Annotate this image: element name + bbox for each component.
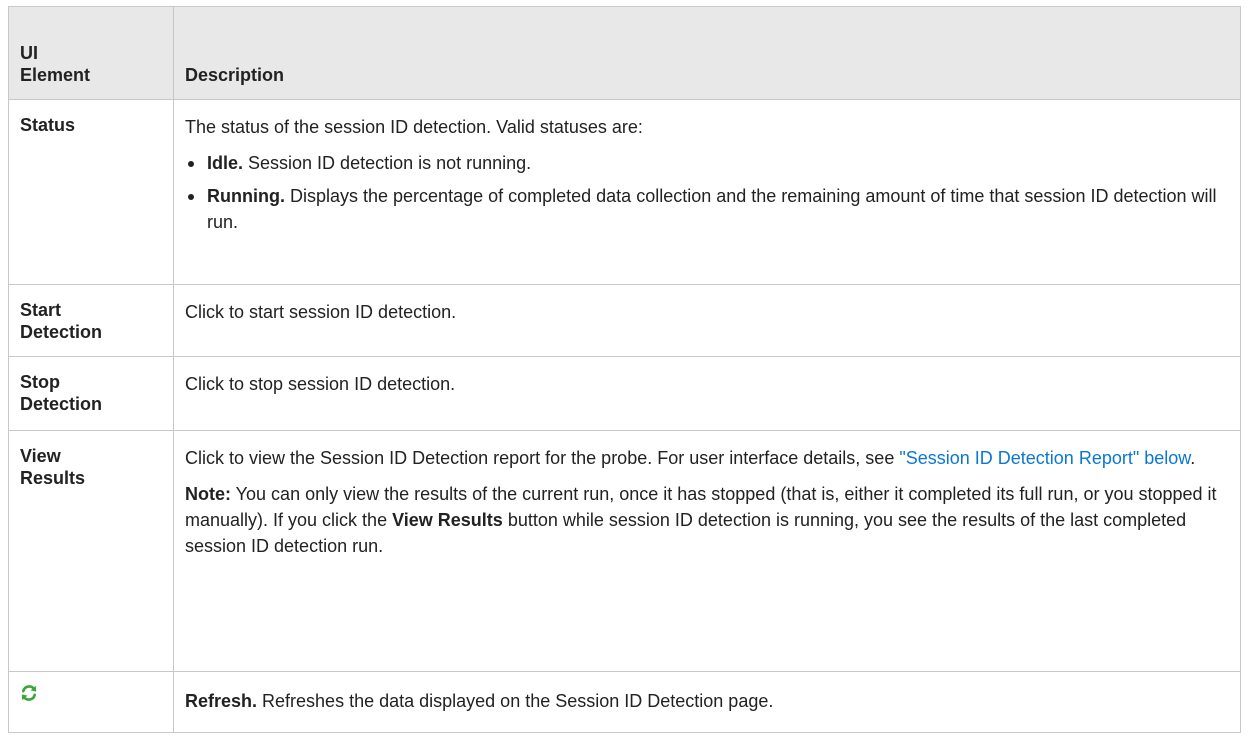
header-ui-element-line2: Element [20,65,91,85]
element-name-start-detection: Start Detection [8,284,174,357]
table-row-view-results: View Results Click to view the Session I… [8,430,1241,672]
view-results-desc-prefix: Click to view the Session ID Detection r… [185,448,900,468]
refresh-text: Refreshes the data displayed on the Sess… [257,691,774,711]
element-name-status: Status [8,99,174,285]
header-description: Description [173,6,1241,100]
view-results-note: Note: You can only view the results of t… [185,481,1226,559]
status-term-running: Running. [207,186,285,206]
description-stop-detection: Click to stop session ID detection. [173,356,1241,431]
refresh-term: Refresh. [185,691,258,711]
bullet-icon [188,161,194,167]
description-refresh: Refresh. Refreshes the data displayed on… [173,671,1241,733]
element-name-refresh [8,671,174,733]
note-button-name: View Results [392,510,503,530]
description-start-detection: Click to start session ID detection. [173,284,1241,357]
view-results-line1: View [20,446,61,466]
status-text-idle: Session ID detection is not running. [243,153,532,173]
view-results-line2: Results [20,468,86,488]
refresh-icon[interactable] [20,684,38,702]
note-label: Note: [185,484,231,504]
start-detection-line1: Start [20,300,62,320]
ui-elements-table: UI Element Description Status The status… [8,6,1241,733]
status-item-idle: Idle. Session ID detection is not runnin… [185,150,1226,176]
table-header-row: UI Element Description [8,6,1241,100]
start-detection-line2: Detection [20,322,103,342]
bullet-icon [188,194,194,200]
status-intro: The status of the session ID detection. … [185,117,643,137]
status-item-running: Running. Displays the percentage of comp… [185,183,1226,235]
table-row-refresh: Refresh. Refreshes the data displayed on… [8,671,1241,733]
header-ui-element-line1: UI [20,43,38,63]
view-results-desc-suffix: . [1190,448,1196,468]
element-name-stop-detection: Stop Detection [8,356,174,431]
status-text-running: Displays the percentage of completed dat… [207,186,1217,232]
table-row-status: Status The status of the session ID dete… [8,99,1241,285]
refresh-icon-graphic [21,685,37,701]
view-results-desc: Click to view the Session ID Detection r… [185,445,1226,471]
status-list: Idle. Session ID detection is not runnin… [185,150,1226,235]
status-term-idle: Idle. [207,153,244,173]
description-view-results: Click to view the Session ID Detection r… [173,430,1241,672]
stop-detection-line2: Detection [20,394,103,414]
table-row-stop-detection: Stop Detection Click to stop session ID … [8,356,1241,431]
table-row-start-detection: Start Detection Click to start session I… [8,284,1241,357]
session-id-detection-report-link[interactable]: "Session ID Detection Report" below [899,448,1190,468]
description-status: The status of the session ID detection. … [173,99,1241,285]
header-ui-element: UI Element [8,6,174,100]
stop-detection-line1: Stop [20,372,60,392]
element-name-view-results: View Results [8,430,174,672]
